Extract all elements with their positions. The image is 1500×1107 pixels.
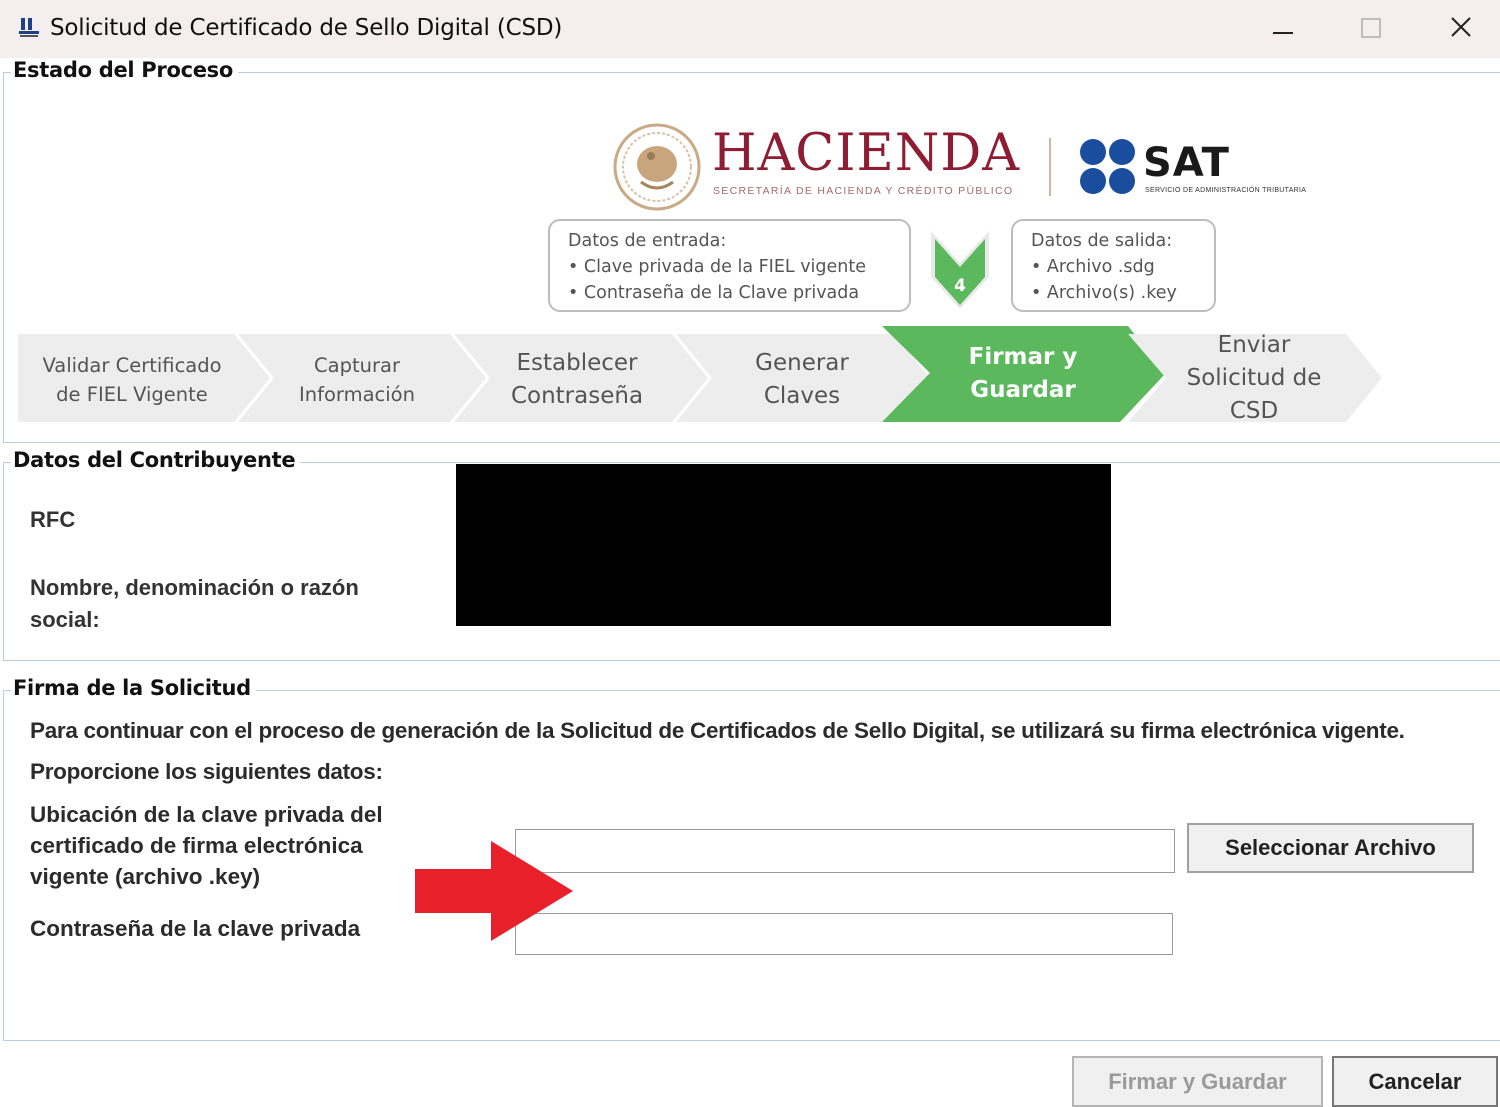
step-capturar: Capturar Información xyxy=(299,354,415,406)
close-icon[interactable] xyxy=(1431,6,1491,52)
step-establecer: Establecer Contraseña xyxy=(510,350,644,409)
red-arrow-icon xyxy=(415,841,573,941)
input-data-item: • Clave privada de la FIEL vigente xyxy=(568,257,867,277)
sat-logo-text: SAT xyxy=(1143,140,1230,186)
step-firmar-guardar: Firmar y Guardar xyxy=(968,344,1078,403)
taxpayer-data-legend: Datos del Contribuyente xyxy=(11,448,301,472)
select-file-button[interactable]: Seleccionar Archivo xyxy=(1187,823,1474,873)
sign-and-save-button[interactable]: Firmar y Guardar xyxy=(1072,1056,1323,1107)
national-seal-icon xyxy=(613,123,701,211)
private-key-path-input[interactable] xyxy=(516,830,1174,872)
process-status-legend: Estado del Proceso xyxy=(11,58,239,82)
logo-divider xyxy=(1049,138,1051,196)
output-data-title: Datos de salida: xyxy=(1031,231,1173,251)
hacienda-logo-text: HACIENDA xyxy=(712,124,1021,183)
title-bar: Solicitud de Certificado de Sello Digita… xyxy=(0,0,1500,58)
step-enviar: Enviar Solicitud de CSD xyxy=(1186,331,1322,424)
hacienda-logo-subtitle: SECRETARÍA DE HACIENDA Y CRÉDITO PÚBLICO xyxy=(713,185,1014,197)
cancel-button[interactable]: Cancelar xyxy=(1332,1056,1498,1107)
step-validar: Validar Certificado de FIEL Vigente xyxy=(42,354,222,406)
output-data-item: • Archivo(s) .key xyxy=(1031,283,1177,303)
private-key-label: Ubicación de la clave privada del certif… xyxy=(30,802,383,889)
signature-intro-text: Para continuar con el proceso de generac… xyxy=(30,718,1405,743)
sat-logo-icon xyxy=(1080,139,1135,194)
input-data-box: Datos de entrada: • Clave privada de la … xyxy=(548,219,911,312)
step-generar: Generar Claves xyxy=(755,350,849,409)
current-step-chevron-icon: 4 xyxy=(931,231,989,309)
output-data-box: Datos de salida: • Archivo .sdg • Archiv… xyxy=(1011,219,1216,312)
password-label: Contraseña de la clave privada xyxy=(30,916,361,941)
name-label: Nombre, denominación o razón social: xyxy=(30,575,359,632)
minimize-icon[interactable] xyxy=(1253,6,1313,52)
private-key-password-input[interactable] xyxy=(516,914,1172,954)
private-key-password-field[interactable] xyxy=(515,913,1173,955)
window-title: Solicitud de Certificado de Sello Digita… xyxy=(50,15,563,41)
signature-legend: Firma de la Solicitud xyxy=(11,676,256,700)
signature-prompt-text: Proporcione los siguientes datos: xyxy=(30,759,383,784)
output-data-item: • Archivo .sdg xyxy=(1031,257,1155,277)
sat-logo-subtitle: SERVICIO DE ADMINISTRACIÓN TRIBUTARIA xyxy=(1145,187,1307,194)
input-data-title: Datos de entrada: xyxy=(568,231,727,251)
rfc-label: RFC xyxy=(30,507,76,532)
app-logo-icon xyxy=(19,18,39,37)
input-data-item: • Contraseña de la Clave privada xyxy=(568,283,860,303)
private-key-path-field[interactable] xyxy=(515,829,1175,873)
redacted-taxpayer-values xyxy=(456,464,1111,626)
current-step-number: 4 xyxy=(954,276,966,296)
maximize-icon[interactable] xyxy=(1341,6,1401,52)
